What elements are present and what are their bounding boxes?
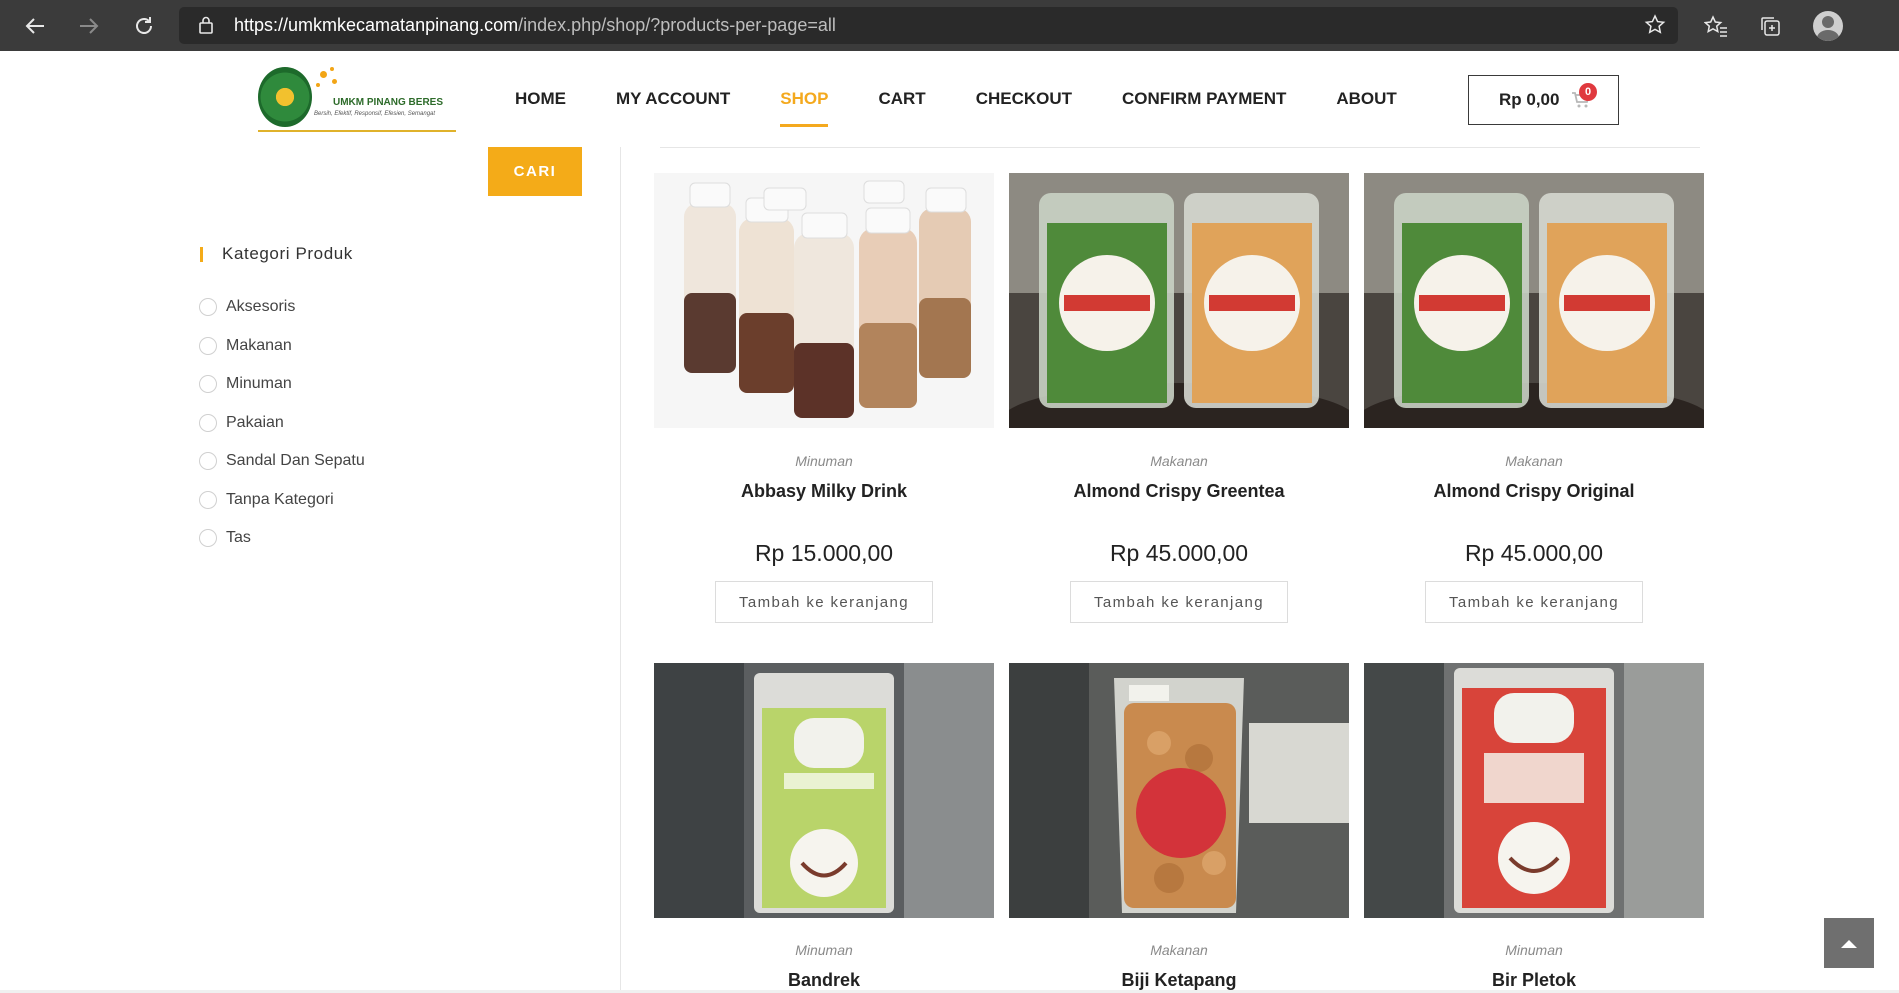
forward-arrow-icon[interactable] bbox=[72, 9, 106, 43]
add-favorite-icon[interactable] bbox=[1639, 9, 1671, 41]
main-navigation: HOME MY ACCOUNT SHOP CART CHECKOUT CONFI… bbox=[490, 51, 1422, 147]
product-card: Minuman Bandrek bbox=[654, 663, 994, 993]
nav-my-account[interactable]: MY ACCOUNT bbox=[591, 51, 755, 147]
radio-icon[interactable] bbox=[199, 529, 217, 548]
nav-shop[interactable]: SHOP bbox=[755, 51, 853, 147]
category-item[interactable]: Tanpa Kategori bbox=[199, 481, 365, 520]
category-item[interactable]: Tas bbox=[199, 519, 365, 558]
logo-emblem-icon bbox=[258, 67, 312, 127]
product-image[interactable] bbox=[654, 663, 994, 918]
product-title[interactable]: Abbasy Milky Drink bbox=[654, 481, 994, 502]
add-to-cart-button[interactable]: Tambah ke keranjang bbox=[1425, 581, 1643, 623]
product-category[interactable]: Minuman bbox=[1364, 942, 1704, 958]
radio-icon[interactable] bbox=[199, 375, 217, 394]
logo-underline bbox=[258, 130, 456, 132]
nav-about[interactable]: ABOUT bbox=[1311, 51, 1421, 147]
site-header: UMKM PINANG BERES Bersih, Efektif, Respo… bbox=[0, 51, 1899, 147]
collections-icon[interactable] bbox=[1754, 10, 1786, 42]
site-logo[interactable]: UMKM PINANG BERES Bersih, Efektif, Respo… bbox=[258, 67, 458, 132]
category-item[interactable]: Aksesoris bbox=[199, 288, 365, 327]
add-to-cart-button[interactable]: Tambah ke keranjang bbox=[715, 581, 933, 623]
radio-icon[interactable] bbox=[199, 413, 217, 432]
product-image[interactable] bbox=[654, 173, 994, 428]
lock-icon bbox=[199, 16, 213, 34]
cart-count-badge: 0 bbox=[1579, 83, 1597, 101]
content-top-rule bbox=[660, 147, 1700, 148]
profile-avatar[interactable] bbox=[1813, 11, 1843, 41]
browser-toolbar: https://umkmkecamatanpinang.com/index.ph… bbox=[0, 0, 1899, 51]
category-item[interactable]: Minuman bbox=[199, 365, 365, 404]
nav-checkout[interactable]: CHECKOUT bbox=[951, 51, 1097, 147]
radio-icon[interactable] bbox=[199, 452, 217, 471]
nav-confirm-payment[interactable]: CONFIRM PAYMENT bbox=[1097, 51, 1311, 147]
category-list: Aksesoris Makanan Minuman Pakaian Sandal… bbox=[199, 288, 365, 558]
category-item[interactable]: Sandal Dan Sepatu bbox=[199, 442, 365, 481]
product-image[interactable] bbox=[1009, 173, 1349, 428]
product-title[interactable]: Biji Ketapang bbox=[1009, 970, 1349, 991]
logo-dots-icon bbox=[316, 67, 340, 91]
product-card: Minuman Abbasy Milky Drink Rp 15.000,00 … bbox=[654, 173, 994, 623]
mini-cart-button[interactable]: Rp 0,00 0 bbox=[1468, 75, 1619, 125]
search-button[interactable]: CARI bbox=[488, 147, 582, 196]
product-card: Minuman Bir Pletok bbox=[1364, 663, 1704, 993]
add-to-cart-button[interactable]: Tambah ke keranjang bbox=[1070, 581, 1288, 623]
product-title[interactable]: Bandrek bbox=[654, 970, 994, 991]
product-title[interactable]: Almond Crispy Greentea bbox=[1009, 481, 1349, 502]
product-price: Rp 45.000,00 bbox=[1464, 540, 1604, 566]
product-card: Makanan Almond Crispy Greentea Rp 45.000… bbox=[1009, 173, 1349, 623]
product-image[interactable] bbox=[1364, 173, 1704, 428]
category-item[interactable]: Makanan bbox=[199, 327, 365, 366]
nav-cart[interactable]: CART bbox=[853, 51, 950, 147]
product-price: Rp 15.000,00 bbox=[754, 540, 894, 566]
product-category[interactable]: Makanan bbox=[1364, 453, 1704, 469]
radio-icon[interactable] bbox=[199, 298, 217, 317]
cart-total: Rp 0,00 bbox=[1499, 90, 1560, 109]
logo-subtitle: Bersih, Efektif, Responsif, Efesien, Sem… bbox=[314, 111, 436, 117]
product-image[interactable] bbox=[1364, 663, 1704, 918]
product-category[interactable]: Minuman bbox=[654, 942, 994, 958]
product-title[interactable]: Almond Crispy Original bbox=[1364, 481, 1704, 502]
product-card: Makanan Almond Crispy Original Rp 45.000… bbox=[1364, 173, 1704, 623]
product-category[interactable]: Minuman bbox=[654, 453, 994, 469]
product-card: Makanan Biji Ketapang bbox=[1009, 663, 1349, 993]
url-text: https://umkmkecamatanpinang.com/index.ph… bbox=[234, 15, 836, 35]
product-category[interactable]: Makanan bbox=[1009, 942, 1349, 958]
category-item[interactable]: Pakaian bbox=[199, 404, 365, 443]
product-category[interactable]: Makanan bbox=[1009, 453, 1349, 469]
logo-title: UMKM PINANG BERES bbox=[333, 97, 444, 108]
back-arrow-icon[interactable] bbox=[18, 9, 52, 43]
product-price: Rp 45.000,00 bbox=[1109, 540, 1249, 566]
scroll-to-top-button[interactable] bbox=[1824, 918, 1874, 968]
radio-icon[interactable] bbox=[199, 490, 217, 509]
favorites-icon[interactable] bbox=[1700, 10, 1732, 42]
sidebar-divider bbox=[620, 147, 621, 993]
product-title[interactable]: Bir Pletok bbox=[1364, 970, 1704, 991]
address-bar[interactable]: https://umkmkecamatanpinang.com/index.ph… bbox=[179, 7, 1678, 44]
chevron-up-icon bbox=[1841, 940, 1857, 948]
radio-icon[interactable] bbox=[199, 336, 217, 355]
refresh-icon[interactable] bbox=[127, 9, 161, 43]
product-image[interactable] bbox=[1009, 663, 1349, 918]
category-widget-title: Kategori Produk bbox=[200, 244, 353, 266]
nav-home[interactable]: HOME bbox=[490, 51, 591, 147]
